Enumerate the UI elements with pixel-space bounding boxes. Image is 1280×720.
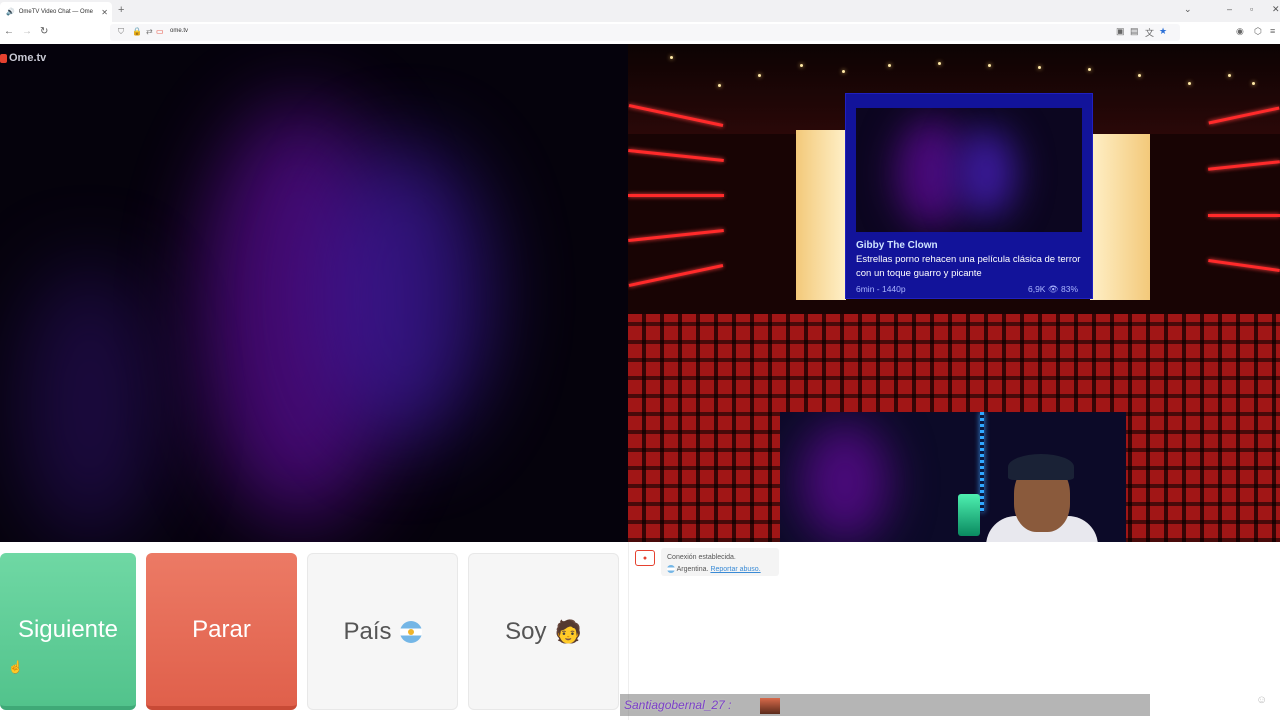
thumb-blur	[956, 128, 1016, 218]
video-stats: 6,9K 👁 83%	[1027, 284, 1078, 294]
lock-icon[interactable]: 🔒	[132, 27, 142, 36]
video-recommendation-card[interactable]: Gibby The Clown Estrellas porno rehacen …	[845, 93, 1093, 299]
connection-status: Conexión establecida.	[667, 554, 736, 561]
menu-icon[interactable]: ≡	[1270, 26, 1275, 36]
user-avatar-icon	[760, 698, 780, 714]
gender-button[interactable]: Soy 🧑	[468, 553, 619, 710]
emoji-icon[interactable]: ☺	[1256, 694, 1267, 706]
stop-label: Parar	[192, 615, 251, 643]
country-label: País	[343, 617, 392, 645]
cam-blur	[800, 422, 890, 542]
stranger-video	[0, 44, 628, 542]
logo-text: Ome.tv	[9, 52, 47, 64]
streamer-webcam	[780, 412, 1126, 542]
country-name: Argentina.	[676, 566, 709, 573]
streamer-cap	[1008, 454, 1074, 480]
neon-stripe	[628, 194, 724, 197]
neon-stripe	[628, 148, 724, 163]
face-emoji-icon: 🧑	[554, 618, 582, 644]
ceiling-light	[1088, 68, 1091, 71]
chat-system-icon: ●	[635, 550, 655, 566]
video-author: Gibby The Clown	[856, 240, 938, 251]
argentina-flag-icon	[399, 620, 422, 643]
neon-stripe	[1208, 214, 1280, 217]
neon-stripe	[628, 228, 724, 243]
shield-icon[interactable]: ⛉	[118, 27, 124, 37]
gender-label: Soy	[505, 617, 547, 645]
neon-stripe	[1208, 160, 1280, 171]
minimize-button[interactable]: –	[1227, 4, 1232, 14]
close-window-button[interactable]: ✕	[1272, 4, 1280, 15]
country-line: Argentina. Reportar abuso.	[667, 564, 773, 576]
close-tab-icon[interactable]: ✕	[101, 8, 108, 17]
stream-username: Santiagobernal_27 :	[624, 698, 732, 712]
microphone	[958, 494, 980, 536]
new-tab-button[interactable]: +	[118, 4, 124, 16]
next-label: Siguiente	[17, 615, 119, 643]
stop-button[interactable]: Parar	[146, 553, 297, 710]
reader-icon[interactable]: ▤	[1130, 26, 1139, 37]
account-icon[interactable]: ◉	[1236, 26, 1244, 37]
url-text: ome.tv	[170, 28, 189, 34]
camera-icon[interactable]: ▭	[156, 27, 164, 36]
browser-toolbar: ← → ↻ ⛉ 🔒 ⇄ ▭ ome.tv ▣ ▤ 文 ★ ◉ ⬡ ≡	[0, 22, 1280, 45]
permissions-icon[interactable]: ⇄	[146, 27, 153, 36]
forward-icon[interactable]: →	[22, 26, 32, 37]
maximize-button[interactable]: ▫	[1250, 4, 1253, 14]
browser-tab-bar: 🔊 OmeTV Video Chat — Ome ✕ + ⌄ – ▫ ✕	[0, 0, 1280, 22]
ceiling-light	[800, 64, 803, 67]
extensions-icon[interactable]: ⬡	[1254, 26, 1262, 37]
ceiling-light	[1038, 66, 1041, 69]
reload-icon[interactable]: ↻	[40, 26, 48, 37]
translate-icon[interactable]: 文	[1145, 26, 1154, 39]
ceiling-light	[718, 84, 721, 87]
bookmark-star-icon[interactable]: ★	[1159, 26, 1167, 37]
video-thumbnail[interactable]	[856, 108, 1082, 232]
report-abuse-link[interactable]: Reportar abuso.	[710, 566, 760, 573]
ceiling-light	[1138, 74, 1141, 77]
cinema-screen-right	[1090, 134, 1150, 300]
next-button[interactable]: Siguiente	[0, 553, 136, 710]
country-button[interactable]: País	[307, 553, 458, 710]
ceiling-light	[988, 64, 991, 67]
logo-icon	[0, 53, 7, 63]
ceiling-light	[670, 56, 673, 59]
ceiling-light	[888, 64, 891, 67]
ceiling-light	[1252, 82, 1255, 85]
video-blur	[320, 144, 490, 444]
ceiling-light	[1228, 74, 1231, 77]
hand-cursor-icon: ☝	[8, 660, 23, 674]
video-description: Estrellas porno rehacen una película clá…	[856, 254, 1081, 279]
speaker-icon[interactable]: 🔊	[6, 8, 15, 16]
ceiling-light	[758, 74, 761, 77]
neon-stripe	[628, 264, 724, 287]
ceiling-light	[1188, 82, 1191, 85]
video-blur	[20, 264, 160, 542]
back-icon[interactable]: ←	[4, 26, 14, 37]
tab-title: OmeTV Video Chat — Ome	[18, 9, 93, 15]
browser-tab[interactable]: 🔊 OmeTV Video Chat — Ome ✕	[0, 2, 112, 22]
argentina-flag-icon	[667, 565, 675, 574]
address-bar[interactable]: ⛉ 🔒 ⇄ ▭ ome.tv	[110, 24, 1180, 41]
ceiling-light	[842, 70, 845, 73]
screenshot-icon[interactable]: ▣	[1116, 26, 1125, 37]
neon-stripe	[1208, 259, 1280, 272]
ceiling-light	[938, 62, 941, 65]
cinema-screen-left	[796, 130, 846, 300]
tab-list-icon[interactable]: ⌄	[1184, 4, 1192, 15]
video-duration: 6min - 1440p	[856, 284, 906, 294]
ometv-logo: Ome.tv	[0, 52, 46, 64]
led-light	[980, 412, 984, 512]
system-message: Conexión establecida. Argentina. Reporta…	[661, 548, 779, 576]
